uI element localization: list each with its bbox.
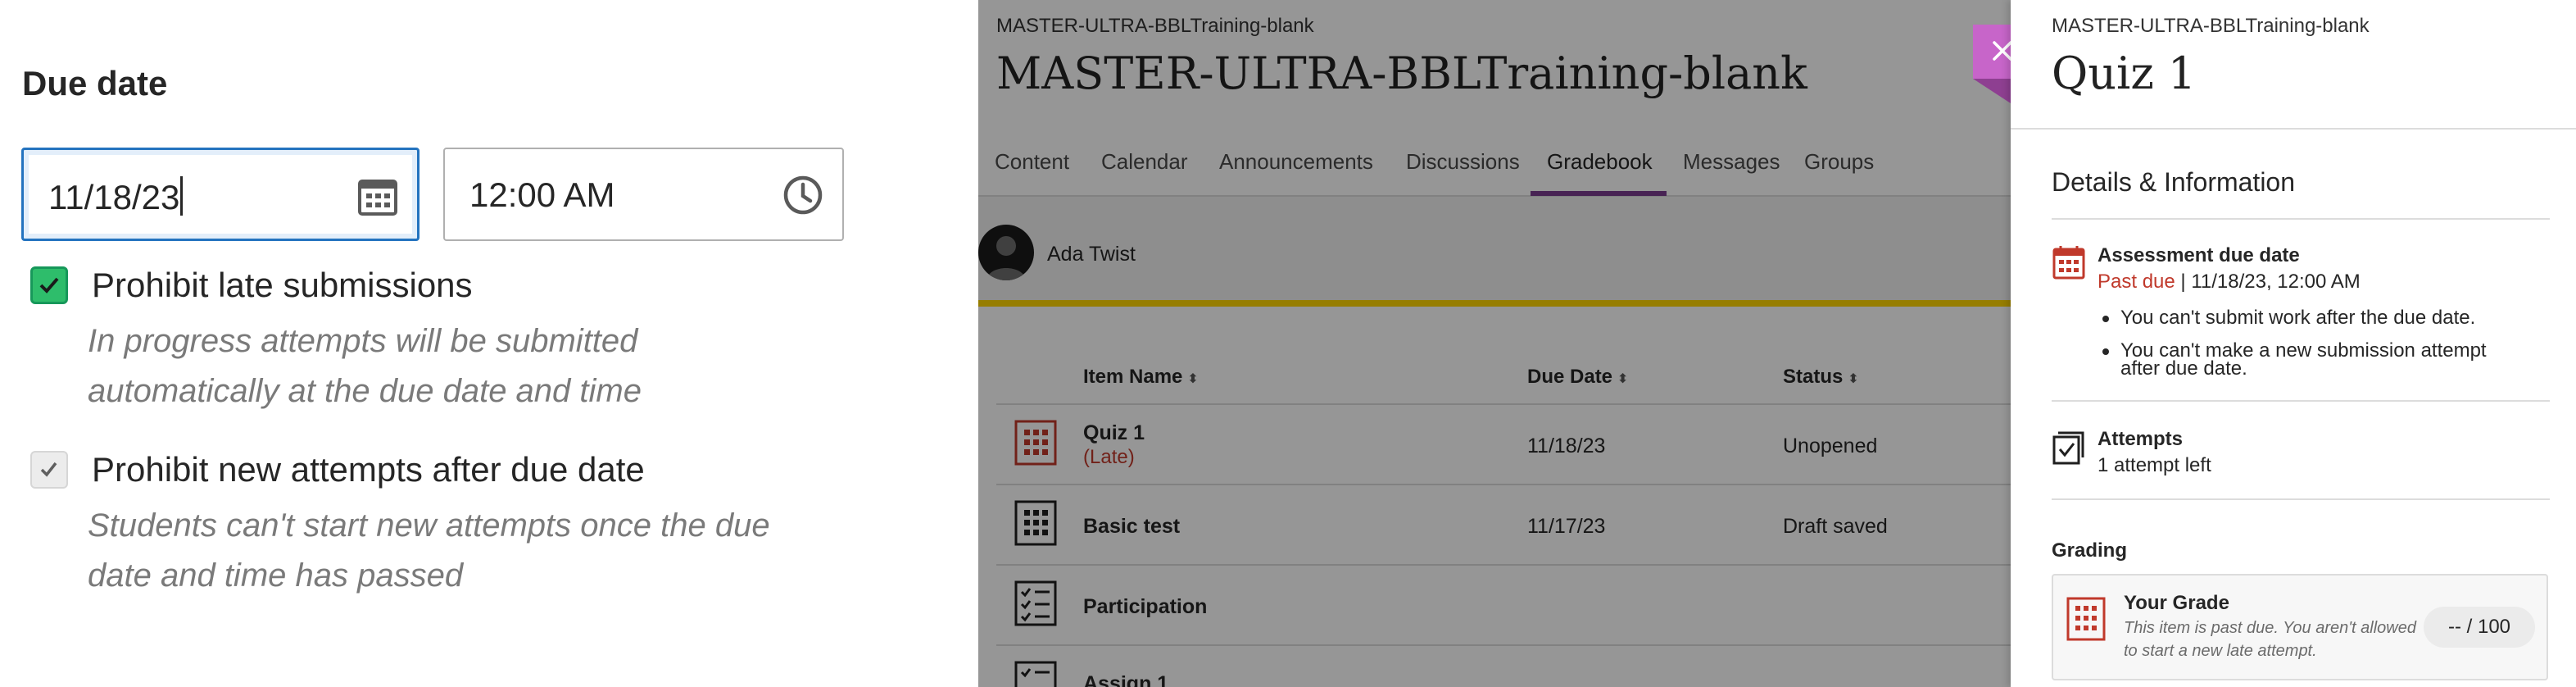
- due-date-cell: 11/18/23: [1527, 434, 1606, 457]
- prohibit-new-attempts-help: Students can't start new attempts once t…: [88, 501, 770, 601]
- tab-groups[interactable]: Groups: [1804, 149, 1874, 175]
- item-name[interactable]: Quiz 1: [1083, 421, 1145, 445]
- prohibit-new-attempts-label: Prohibit new attempts after due date: [92, 450, 645, 489]
- grade-note-line: to start a new late attempt.: [2124, 642, 2317, 660]
- help-line: Students can't start new attempts once t…: [88, 507, 770, 544]
- student-name: Ada Twist: [1047, 243, 1136, 266]
- grade-note: This item is past due. You aren't allowe…: [2124, 616, 2427, 662]
- column-due-date[interactable]: Due Date ⬍: [1527, 366, 1628, 389]
- test-icon: [1014, 420, 1057, 466]
- due-date-label: Assessment due date: [2098, 244, 2300, 266]
- tab-calendar[interactable]: Calendar: [1101, 149, 1188, 175]
- clock-icon[interactable]: [782, 174, 824, 216]
- tab-discussions[interactable]: Discussions: [1406, 149, 1520, 175]
- grade-value-pill: -- / 100: [2424, 607, 2535, 648]
- attempts-icon: [2052, 431, 2084, 465]
- row-divider: [996, 484, 2011, 485]
- divider: [2052, 498, 2550, 500]
- tab-gradebook[interactable]: Gradebook: [1547, 149, 1653, 175]
- tab-announcements[interactable]: Announcements: [1219, 149, 1373, 175]
- due-date-value: 11/18/23, 12:00 AM: [2191, 271, 2361, 293]
- due-date-settings: Due date 11/18/23 12:00 AM Prohibit late…: [0, 0, 975, 687]
- checklist-icon: [1014, 580, 1057, 626]
- restriction-item-cont: after due date.: [2120, 357, 2247, 380]
- column-status[interactable]: Status ⬍: [1783, 366, 1859, 389]
- sort-icon: ⬍: [1848, 372, 1859, 386]
- avatar: [978, 225, 1034, 280]
- checkmark-icon: [40, 462, 57, 477]
- panel-breadcrumb: MASTER-ULTRA-BBLTraining-blank: [2052, 15, 2370, 37]
- row-divider: [996, 644, 2011, 646]
- due-date-heading: Due date: [22, 64, 168, 102]
- course-gradebook: MASTER-ULTRA-BBLTraining-blank MASTER-UL…: [978, 0, 2011, 687]
- attempts-label: Attempts: [2098, 428, 2184, 450]
- panel-header-divider: [2011, 128, 2576, 130]
- due-date-input[interactable]: 11/18/23: [21, 148, 420, 241]
- prohibit-late-checkbox[interactable]: [30, 266, 68, 304]
- help-line: In progress attempts will be submitted: [88, 323, 638, 359]
- tab-content[interactable]: Content: [995, 149, 1069, 175]
- course-nav: Content Calendar Announcements Discussio…: [978, 123, 2011, 197]
- tab-messages[interactable]: Messages: [1683, 149, 1780, 175]
- test-icon: [1014, 500, 1057, 546]
- help-line: date and time has passed: [88, 557, 464, 594]
- attempts-value: 1 attempt left: [2098, 454, 2211, 476]
- close-tab-fold: [1973, 79, 2011, 103]
- active-tab-indicator: [1531, 191, 1667, 196]
- calendar-icon[interactable]: [356, 175, 399, 217]
- column-item-name[interactable]: Item Name ⬍: [1083, 366, 1199, 389]
- prohibit-late-help: In progress attempts will be submitted a…: [88, 316, 642, 416]
- item-name[interactable]: Participation: [1083, 595, 1207, 619]
- due-time-input[interactable]: 12:00 AM: [443, 148, 844, 241]
- due-date-line: Past due | 11/18/23, 12:00 AM: [2098, 271, 2361, 293]
- status-cell: Draft saved: [1783, 515, 1888, 538]
- test-icon: [2066, 597, 2106, 641]
- past-due-badge: Past due: [2098, 271, 2175, 293]
- late-badge: (Late): [1083, 446, 1135, 468]
- item-details-panel: MASTER-ULTRA-BBLTraining-blank Quiz 1 De…: [2011, 0, 2576, 687]
- column-label: Item Name: [1083, 366, 1183, 388]
- calendar-icon: [2052, 246, 2085, 280]
- sort-icon: ⬍: [1187, 372, 1199, 386]
- due-time-value: 12:00 AM: [469, 175, 615, 214]
- details-heading: Details & Information: [2052, 167, 2296, 197]
- due-date-value: 11/18/23: [48, 178, 180, 216]
- checklist-icon: [1014, 661, 1057, 687]
- item-name[interactable]: Assign 1: [1083, 672, 1168, 687]
- row-divider: [996, 564, 2011, 566]
- prohibit-new-attempts-checkbox[interactable]: [30, 451, 68, 489]
- your-grade-label: Your Grade: [2124, 592, 2229, 614]
- divider: [2052, 400, 2550, 402]
- row-divider: [996, 403, 2011, 405]
- grading-label: Grading: [2052, 539, 2128, 562]
- course-breadcrumb: MASTER-ULTRA-BBLTraining-blank: [996, 15, 1314, 37]
- student-bar-highlight: [978, 300, 2011, 307]
- column-label: Due Date: [1527, 366, 1613, 388]
- divider: [2052, 218, 2550, 220]
- sort-icon: ⬍: [1617, 372, 1629, 386]
- panel-title: Quiz 1: [2052, 48, 2197, 99]
- checkmark-icon: [39, 277, 59, 293]
- due-date-cell: 11/17/23: [1527, 515, 1606, 538]
- status-cell: Unopened: [1783, 434, 1878, 457]
- grade-note-line: This item is past due. You aren't allowe…: [2124, 619, 2416, 637]
- column-label: Status: [1783, 366, 1844, 388]
- text-caret: [180, 176, 184, 216]
- restriction-item: You can't submit work after the due date…: [2102, 307, 2476, 329]
- prohibit-late-label: Prohibit late submissions: [92, 266, 473, 304]
- item-name[interactable]: Basic test: [1083, 515, 1180, 539]
- help-line: automatically at the due date and time: [88, 373, 642, 409]
- user-silhouette-icon: [986, 236, 1026, 280]
- course-title: MASTER-ULTRA-BBLTraining-blank: [996, 48, 1807, 99]
- separator: |: [2175, 271, 2192, 293]
